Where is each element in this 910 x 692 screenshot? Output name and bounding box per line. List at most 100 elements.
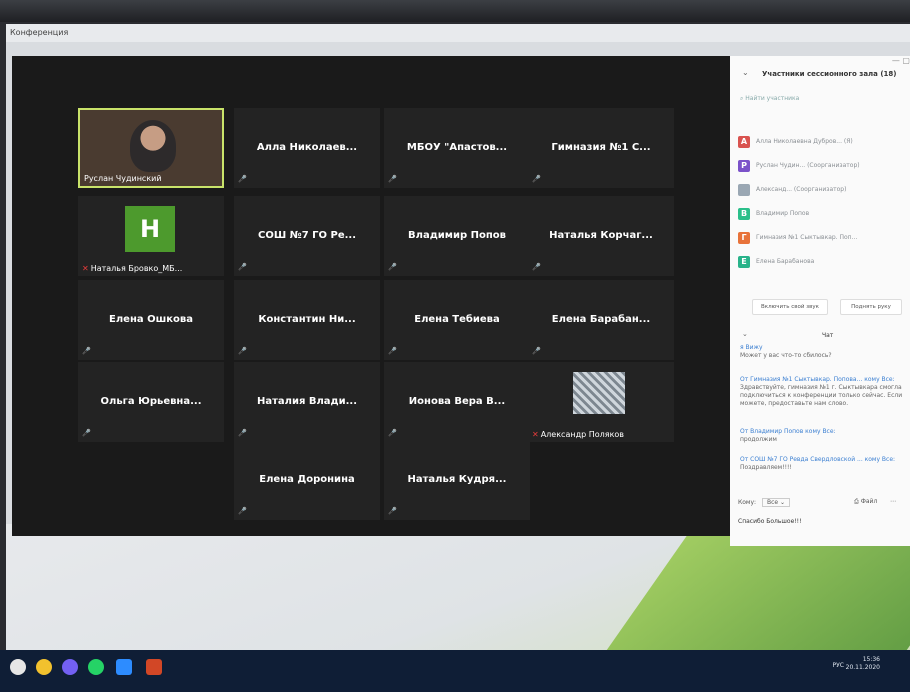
video-gallery: Руслан Чудинский Алла Николаев... 🎤 МБОУ "А…: [12, 56, 737, 536]
to-label: Кому:: [738, 499, 757, 506]
chat-message: От Владимир Попов кому Все: продолжим: [740, 428, 906, 444]
video-tile[interactable]: Владимир Попов 🎤: [384, 196, 530, 276]
video-tile[interactable]: МБОУ "Апастов... 🎤: [384, 108, 530, 188]
mic-muted-icon: 🎤: [238, 507, 247, 515]
video-tile[interactable]: СОШ №7 ГО Ре... 🎤: [234, 196, 380, 276]
taskbar: РУС 15:36 20.11.2020: [0, 650, 910, 692]
chrome-icon[interactable]: [36, 659, 52, 675]
video-tile[interactable]: Алла Николаев... 🎤: [234, 108, 380, 188]
chat-sender: От Гимназия №1 Сыктывкар. Попова... кому…: [740, 376, 895, 383]
participant-row[interactable]: Александ... (Соорганизатор)✕: [738, 182, 910, 200]
participant-video: [130, 120, 176, 172]
language-indicator[interactable]: РУС: [833, 662, 844, 669]
mic-muted-icon: 🎤: [238, 429, 247, 437]
chat-sender: я Вижу: [740, 344, 763, 351]
participant-name: Руслан Чудин... (Соорганизатор): [756, 162, 860, 169]
zoom-icon[interactable]: [116, 659, 132, 675]
chat-sender: От Владимир Попов кому Все:: [740, 428, 836, 435]
participant-name: Владимир Попов: [756, 210, 810, 217]
video-tile[interactable]: Константин Ни... 🎤: [234, 280, 380, 360]
video-tile[interactable]: Наталья Кудря... 🎤: [384, 440, 530, 520]
tile-name: Ионова Вера В...: [408, 396, 506, 407]
video-tile[interactable]: Елена Доронина 🎤: [234, 440, 380, 520]
whatsapp-icon[interactable]: [88, 659, 104, 675]
participants-panel: ⌄ Участники сессионного зала (18) — ▢ ⌕ …: [730, 56, 910, 546]
chat-composer: Кому: Все ⌄ ⎙ Файл ⋯ Спасибо Большое!!!: [738, 498, 908, 525]
tile-name: Елена Тебиева: [414, 314, 500, 325]
participant-name: Елена Барабанова: [756, 258, 815, 265]
mic-muted-icon: 🎤: [388, 507, 397, 515]
mic-muted-icon: 🎤: [532, 347, 541, 355]
window-controls[interactable]: — ▢: [892, 56, 910, 65]
mic-muted-icon: 🎤: [388, 263, 397, 271]
mic-muted-icon: ✕: [532, 430, 539, 439]
search-placeholder: Найти участника: [745, 95, 800, 102]
mic-muted-icon: 🎤: [532, 263, 541, 271]
video-tile[interactable]: Ольга Юрьевна... 🎤: [78, 362, 224, 442]
chat-message: От СОШ №7 ГО Ревда Свердловской ... кому…: [740, 456, 906, 472]
tile-name: Наталия Влади...: [256, 396, 358, 407]
video-tile[interactable]: Наталья Корчаг... 🎤: [528, 196, 674, 276]
chat-title: Чат: [822, 332, 834, 339]
clock[interactable]: 15:36 20.11.2020: [846, 656, 880, 672]
participant-avatar: Г: [738, 232, 750, 244]
participant-row[interactable]: PРуслан Чудин... (Соорганизатор)✕: [738, 158, 910, 176]
video-tile[interactable]: Елена Тебиева 🎤: [384, 280, 530, 360]
chat-input[interactable]: Спасибо Большое!!!: [738, 518, 908, 525]
viber-icon[interactable]: [62, 659, 78, 675]
tile-name: Александр Поляков: [540, 430, 625, 439]
start-icon[interactable]: [10, 659, 26, 675]
participant-search-input[interactable]: ⌕ Найти участника: [740, 92, 910, 106]
mic-muted-icon: 🎤: [82, 347, 91, 355]
mic-muted-icon: 🎤: [238, 347, 247, 355]
mic-muted-icon: 🎤: [82, 429, 91, 437]
tile-label: Руслан Чудинский: [84, 174, 162, 183]
participant-avatar: А: [738, 136, 750, 148]
participant-avatar: В: [738, 208, 750, 220]
screen: Конференция Руслан Чудинский Алла Николае…: [6, 24, 910, 664]
mic-muted-icon: 🎤: [532, 175, 541, 183]
tile-label: ✕ Александр Поляков: [532, 430, 624, 439]
chat-message: я Вижу Может у вас что-то сбилось?: [740, 344, 906, 360]
video-tile[interactable]: ✕ Александр Поляков: [528, 362, 674, 442]
participant-avatar: [738, 184, 750, 196]
video-tile[interactable]: Елена Барабан... 🎤: [528, 280, 674, 360]
chat-collapse-icon[interactable]: ⌄: [742, 330, 748, 338]
mic-muted-icon: 🎤: [388, 429, 397, 437]
mic-muted-icon: 🎤: [238, 263, 247, 271]
video-tile[interactable]: Руслан Чудинский: [78, 108, 224, 188]
participant-row[interactable]: ЕЕлена Барабанова✕: [738, 254, 910, 272]
video-tile[interactable]: Гимназия №1 С... 🎤: [528, 108, 674, 188]
mic-muted-icon: 🎤: [388, 347, 397, 355]
participant-row[interactable]: ВВладимир Попов✕: [738, 206, 910, 224]
tile-name: Владимир Попов: [408, 230, 506, 241]
chat-text: Поздравляем!!!!: [740, 464, 792, 471]
more-icon[interactable]: ⋯: [890, 498, 896, 505]
recipient-value: Все: [766, 499, 779, 506]
participant-row[interactable]: ГГимназия №1 Сыктывкар. Поп...✕: [738, 230, 910, 248]
participant-name: Гимназия №1 Сыктывкар. Поп...: [756, 234, 858, 241]
collapse-icon[interactable]: ⌄: [742, 68, 749, 77]
recipient-select[interactable]: Все ⌄: [761, 498, 790, 507]
video-tile[interactable]: Ионова Вера В... 🎤: [384, 362, 530, 442]
participant-name: Алла Николаевна Дубров... (Я): [756, 138, 853, 145]
chat-sender: От СОШ №7 ГО Ревда Свердловской ... кому…: [740, 456, 896, 463]
file-label: Файл: [860, 498, 878, 505]
raise-hand-button[interactable]: Поднять руку: [840, 299, 902, 315]
chat-text: продолжим: [740, 436, 777, 443]
tile-name: Елена Доронина: [259, 474, 355, 485]
tile-name: Наталья Корчаг...: [549, 230, 653, 241]
powerpoint-icon[interactable]: [146, 659, 162, 675]
unmute-button[interactable]: Включить свой звук: [752, 299, 828, 315]
file-button[interactable]: ⎙ Файл: [854, 498, 877, 506]
participant-row[interactable]: ААлла Николаевна Дубров... (Я)✕: [738, 134, 910, 152]
tile-name: Елена Барабан...: [551, 314, 651, 325]
tile-name: СОШ №7 ГО Ре...: [257, 230, 356, 241]
video-tile[interactable]: H ✕ Наталья Бровко_МБ...: [78, 196, 224, 276]
video-tile[interactable]: Наталия Влади... 🎤: [234, 362, 380, 442]
window-title: Конференция: [10, 28, 69, 37]
mic-muted-icon: ✕: [82, 264, 89, 273]
video-tile[interactable]: Елена Ошкова 🎤: [78, 280, 224, 360]
participant-name: Александ... (Соорганизатор): [756, 186, 847, 193]
tile-name: Руслан Чудинский: [84, 174, 162, 183]
